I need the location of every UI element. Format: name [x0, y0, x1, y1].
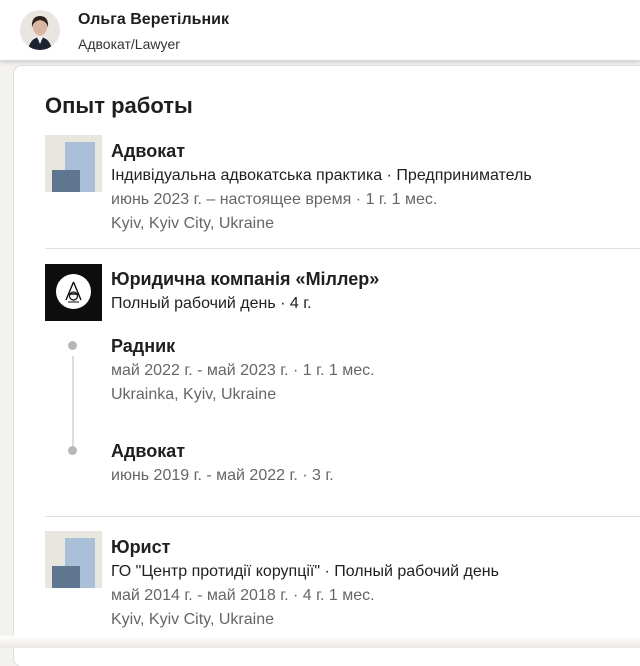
- role-title: Радник: [111, 336, 176, 356]
- timeline-line: [72, 356, 74, 446]
- role-dates: май 2022 г. - май 2023 г. · 1 г. 1 мес.: [111, 362, 375, 379]
- role-title: Адвокат: [111, 441, 186, 461]
- role-dates: июнь 2019 г. - май 2022 г. · 3 г.: [111, 467, 334, 484]
- timeline-dot: [68, 341, 77, 350]
- divider: [45, 248, 640, 249]
- bottom-edge: [0, 636, 640, 648]
- profile-sticky-header: Ольга Веретільник Адвокат/Lawyer: [0, 0, 640, 61]
- experience-title: Юрист: [111, 537, 171, 557]
- company-logo-placeholder-icon[interactable]: [45, 531, 102, 588]
- experience-company[interactable]: Індивідуальна адвокатська практика · Пре…: [111, 167, 532, 185]
- miller-logo-icon[interactable]: [45, 264, 102, 321]
- profile-headline: Адвокат/Lawyer: [78, 36, 180, 52]
- experience-employment: Полный рабочий день · 4 г.: [111, 295, 312, 312]
- experience-location: Kyiv, Kyiv City, Ukraine: [111, 215, 274, 232]
- timeline-dot: [68, 446, 77, 455]
- experience-company-group[interactable]: Юридична компанія «Міллер»: [111, 269, 379, 290]
- experience-dates: июнь 2023 г. – настоящее время · 1 г. 1 …: [111, 191, 438, 208]
- section-title: Опыт работы: [45, 93, 193, 118]
- profile-name: Ольга Веретільник: [78, 11, 229, 28]
- company-logo-placeholder-icon[interactable]: [45, 135, 102, 192]
- avatar[interactable]: [20, 10, 60, 50]
- divider: [45, 516, 640, 517]
- experience-company[interactable]: ГО "Центр протидії корупції" · Полный ра…: [111, 563, 499, 581]
- experience-title: Адвокат: [111, 141, 186, 161]
- role-location: Ukrainka, Kyiv, Ukraine: [111, 386, 277, 403]
- experience-location: Kyiv, Kyiv City, Ukraine: [111, 611, 274, 628]
- experience-dates: май 2014 г. - май 2018 г. · 4 г. 1 мес.: [111, 587, 375, 604]
